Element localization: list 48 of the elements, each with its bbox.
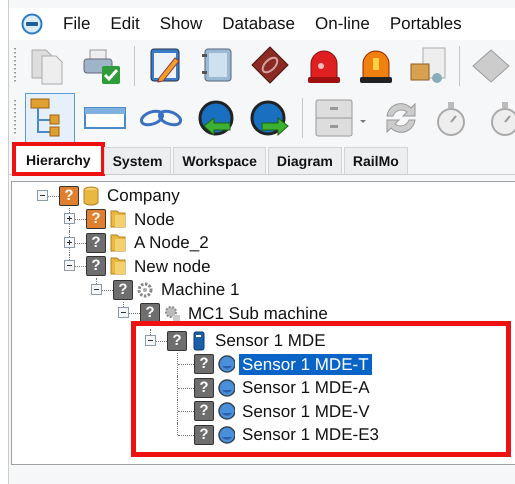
tree-item[interactable]: Sensor 1 MDE (212, 330, 329, 352)
tab[interactable]: Hierarchy (15, 144, 102, 174)
collapse-icon[interactable] (37, 190, 48, 201)
status-mark: ? (86, 209, 106, 230)
menu-item[interactable]: Database (212, 14, 306, 34)
tree-item[interactable]: Company (104, 185, 183, 206)
status-mark: ? (194, 401, 214, 422)
tree-item[interactable]: A Node_2 (131, 232, 212, 254)
tab[interactable]: Diagram (268, 147, 342, 174)
collapse-icon[interactable] (91, 284, 102, 295)
status-mark: ? (194, 378, 214, 398)
status-mark: ? (194, 424, 214, 445)
folder-icon (109, 232, 127, 254)
status-mark: ? (113, 280, 133, 300)
collapse-icon[interactable] (64, 260, 75, 272)
menu-item[interactable]: File (53, 14, 100, 34)
collapse-icon[interactable] (118, 307, 129, 318)
menu-item[interactable]: Edit (100, 14, 150, 34)
status-mark: ? (140, 303, 160, 324)
folder-icon (109, 255, 127, 278)
tab[interactable]: RailMo (344, 147, 408, 174)
link-icon (139, 108, 183, 128)
tree-item[interactable]: New node (131, 256, 214, 277)
status-mark: ? (86, 256, 106, 276)
tree-item[interactable]: Machine 1 (158, 279, 242, 300)
tree-item[interactable]: Sensor 1 MDE-T (239, 354, 372, 375)
menu-item[interactable]: On-line (305, 14, 380, 34)
status-mark: ? (59, 186, 79, 206)
status-mark: ? (86, 232, 106, 253)
expand-icon[interactable] (64, 213, 75, 224)
tree-item[interactable]: Sensor 1 MDE-A (239, 377, 373, 398)
folder-icon (109, 208, 127, 230)
tab[interactable]: Workspace (173, 147, 266, 174)
tree-item[interactable]: Sensor 1 MDE-E3 (239, 424, 382, 446)
database-icon (82, 184, 100, 207)
hierarchy-button[interactable] (25, 93, 75, 143)
status-mark: ? (167, 330, 187, 351)
status-mark: ? (194, 354, 214, 374)
menu-item[interactable]: Portables (380, 14, 472, 34)
window-icon (84, 107, 126, 129)
tree-item[interactable]: Node (131, 208, 178, 230)
collapse-icon[interactable] (145, 334, 156, 346)
expand-icon[interactable] (64, 236, 75, 248)
tree-item[interactable]: MC1 Sub machine (185, 302, 331, 324)
tree-item[interactable]: Sensor 1 MDE-V (239, 400, 373, 422)
app-logo-icon (21, 13, 43, 35)
tab[interactable]: System (104, 147, 172, 174)
menu-item[interactable]: Show (150, 14, 212, 34)
